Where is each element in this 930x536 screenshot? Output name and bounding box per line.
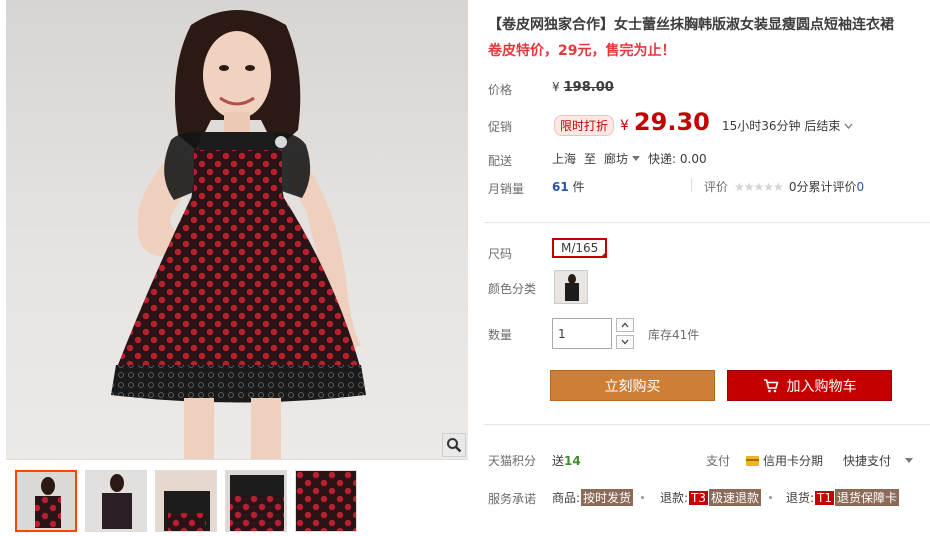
payment-label: 支付 <box>706 454 731 468</box>
chevron-down-icon <box>621 339 629 345</box>
quantity-label: 数量 <box>488 328 513 342</box>
thumbnail-strip <box>6 470 468 534</box>
size-option-m165[interactable]: M/165 <box>552 238 608 258</box>
quick-pay-label: 快捷支付 <box>843 454 892 468</box>
reviews-number: 0 <box>856 180 865 194</box>
rating-label: 评价 <box>704 180 729 194</box>
points-label: 天猫积分 <box>488 454 537 468</box>
original-price: ¥198.00 <box>552 80 614 95</box>
thumbnail-5[interactable] <box>295 470 357 532</box>
zoom-button[interactable] <box>442 433 466 457</box>
original-price-value: 198.00 <box>563 80 614 95</box>
quantity-input[interactable] <box>552 318 612 349</box>
quick-pay-dropdown[interactable]: 快捷支付 <box>843 452 914 469</box>
currency-symbol: ¥ <box>552 80 560 94</box>
thumbnail-2[interactable] <box>85 470 147 532</box>
section-divider <box>484 424 930 425</box>
thumbnail-image <box>296 471 356 531</box>
section-divider <box>484 222 930 223</box>
shipping-info: 上海 至 廊坊 快递: 0.00 <box>552 150 707 167</box>
color-label: 颜色分类 <box>488 282 537 296</box>
promo-label: 促销 <box>488 120 513 134</box>
points-number: 14 <box>564 454 581 468</box>
buy-now-button[interactable]: 立刻购买 <box>550 370 715 401</box>
countdown-text: 15小时36分钟 后结束 <box>722 119 841 133</box>
thumbnail-3[interactable] <box>155 470 217 532</box>
sales-count: 61 <box>552 180 569 194</box>
cart-icon <box>763 378 779 392</box>
credit-card-icon <box>746 455 759 466</box>
ship-to-word: 至 <box>584 152 597 166</box>
stock-count: 库存41件 <box>648 328 700 342</box>
thumbnail-1[interactable] <box>15 470 77 532</box>
caret-down-icon <box>632 156 641 161</box>
sales-unit: 件 <box>572 180 585 194</box>
buy-now-label: 立刻购买 <box>604 378 661 395</box>
reviews-link[interactable]: 0分累计评价0 <box>789 178 864 195</box>
service-refund-code: T3 <box>689 490 709 505</box>
destination-value: 廊坊 <box>604 152 629 166</box>
chevron-down-icon <box>844 123 853 129</box>
ship-from: 上海 <box>552 152 577 166</box>
divider <box>691 178 692 192</box>
credit-installment-link[interactable]: 信用卡分期 <box>746 452 823 469</box>
service-refund-tag: 极速退款 <box>709 489 762 506</box>
add-to-cart-label: 加入购物车 <box>786 378 857 395</box>
shipping-label: 配送 <box>488 154 513 168</box>
thumbnail-image <box>86 471 146 531</box>
model-photo <box>111 10 366 459</box>
service-return-code: T1 <box>815 490 835 505</box>
product-title: 【卷皮网独家合作】女士蕾丝抹胸韩版淑女装显瘦圆点短袖连衣裙 <box>488 17 894 33</box>
separator-dot <box>641 496 644 499</box>
service-return-prefix: 退货: <box>786 491 815 505</box>
main-product-image[interactable] <box>6 0 468 460</box>
service-shipping-prefix: 商品: <box>552 491 581 505</box>
quantity-increase-button[interactable] <box>616 318 634 332</box>
service-label: 服务承诺 <box>488 492 537 506</box>
promo-currency: ¥ <box>620 118 629 134</box>
caret-down-icon <box>905 458 914 463</box>
rating-block: 评价 ★★★★★ 0分累计评价0 <box>704 178 864 195</box>
service-return[interactable]: 退货: T1 退货保障卡 <box>786 489 900 506</box>
monthly-sales-label: 月销量 <box>488 182 525 196</box>
countdown-timer[interactable]: 15小时36分钟 后结束 <box>722 117 853 134</box>
service-shipping-tag: 按时发货 <box>581 489 634 506</box>
price-label: 价格 <box>488 83 513 97</box>
chevron-up-icon <box>621 322 629 328</box>
thumbnail-4[interactable] <box>225 470 287 532</box>
thumbnail-image <box>156 471 216 531</box>
product-subtitle: 卷皮特价，29元，售完为止！ <box>488 43 676 59</box>
promo-price: ¥29.30 <box>620 108 710 136</box>
separator-dot <box>769 496 772 499</box>
color-swatch-image <box>555 271 587 303</box>
service-refund-prefix: 退款: <box>660 491 689 505</box>
color-option[interactable] <box>554 270 588 304</box>
service-refund[interactable]: 退款: T3 极速退款 <box>660 489 762 506</box>
add-to-cart-button[interactable]: 加入购物车 <box>727 370 892 401</box>
reviews-text: 分累计评价 <box>796 180 857 194</box>
service-shipping[interactable]: 商品: 按时发货 <box>552 489 634 506</box>
rating-stars: ★★★★★ <box>734 179 784 194</box>
express-fee: 快递: 0.00 <box>648 152 707 166</box>
thumbnail-image <box>226 471 286 531</box>
size-label: 尺码 <box>488 247 513 261</box>
promo-badge: 限时打折 <box>554 115 615 136</box>
product-info-panel: 【卷皮网独家合作】女士蕾丝抹胸韩版淑女装显瘦圆点短袖连衣裙 卷皮特价，29元，售… <box>484 0 930 536</box>
thumbnail-image <box>17 472 75 530</box>
destination-dropdown[interactable]: 廊坊 <box>604 150 641 167</box>
points-prefix: 送 <box>552 454 565 468</box>
product-gallery <box>6 0 468 536</box>
quantity-decrease-button[interactable] <box>616 335 634 349</box>
points-value: 送14 <box>552 452 581 469</box>
service-return-tag: 退货保障卡 <box>835 489 900 506</box>
credit-installment-label: 信用卡分期 <box>763 454 824 468</box>
monthly-sales: 61 件 <box>552 178 585 195</box>
zoom-icon <box>447 438 462 453</box>
promo-price-value: 29.30 <box>633 108 710 136</box>
